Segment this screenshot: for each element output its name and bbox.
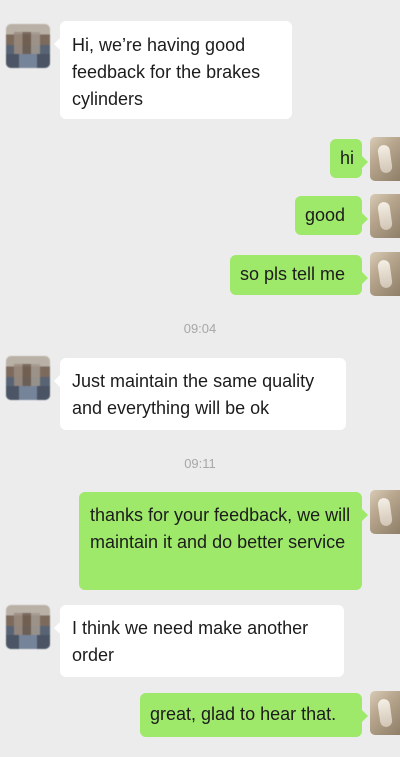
message-text: Hi, we’re having good feedback for the b… bbox=[54, 21, 292, 119]
chat-thread: Hi, we’re having good feedback for the b… bbox=[0, 0, 400, 757]
message-text: hi bbox=[330, 139, 368, 178]
user-avatar[interactable] bbox=[370, 490, 400, 534]
timestamp: 09:04 bbox=[183, 321, 217, 336]
contact-avatar[interactable] bbox=[6, 356, 50, 400]
message-text: thanks for your feedback, we will mainta… bbox=[79, 492, 368, 590]
timestamp: 09:11 bbox=[184, 456, 216, 471]
message-text: I think we need make another order bbox=[54, 605, 344, 677]
user-avatar[interactable] bbox=[370, 252, 400, 296]
message-text: so pls tell me bbox=[230, 255, 368, 295]
contact-avatar[interactable] bbox=[6, 605, 50, 649]
user-avatar[interactable] bbox=[370, 194, 400, 238]
user-avatar[interactable] bbox=[370, 691, 400, 735]
message-text: great, glad to hear that. bbox=[140, 693, 368, 737]
message-text: Just maintain the same quality and every… bbox=[54, 358, 346, 430]
user-avatar[interactable] bbox=[370, 137, 400, 181]
contact-avatar[interactable] bbox=[6, 24, 50, 68]
message-text: good bbox=[295, 196, 368, 235]
